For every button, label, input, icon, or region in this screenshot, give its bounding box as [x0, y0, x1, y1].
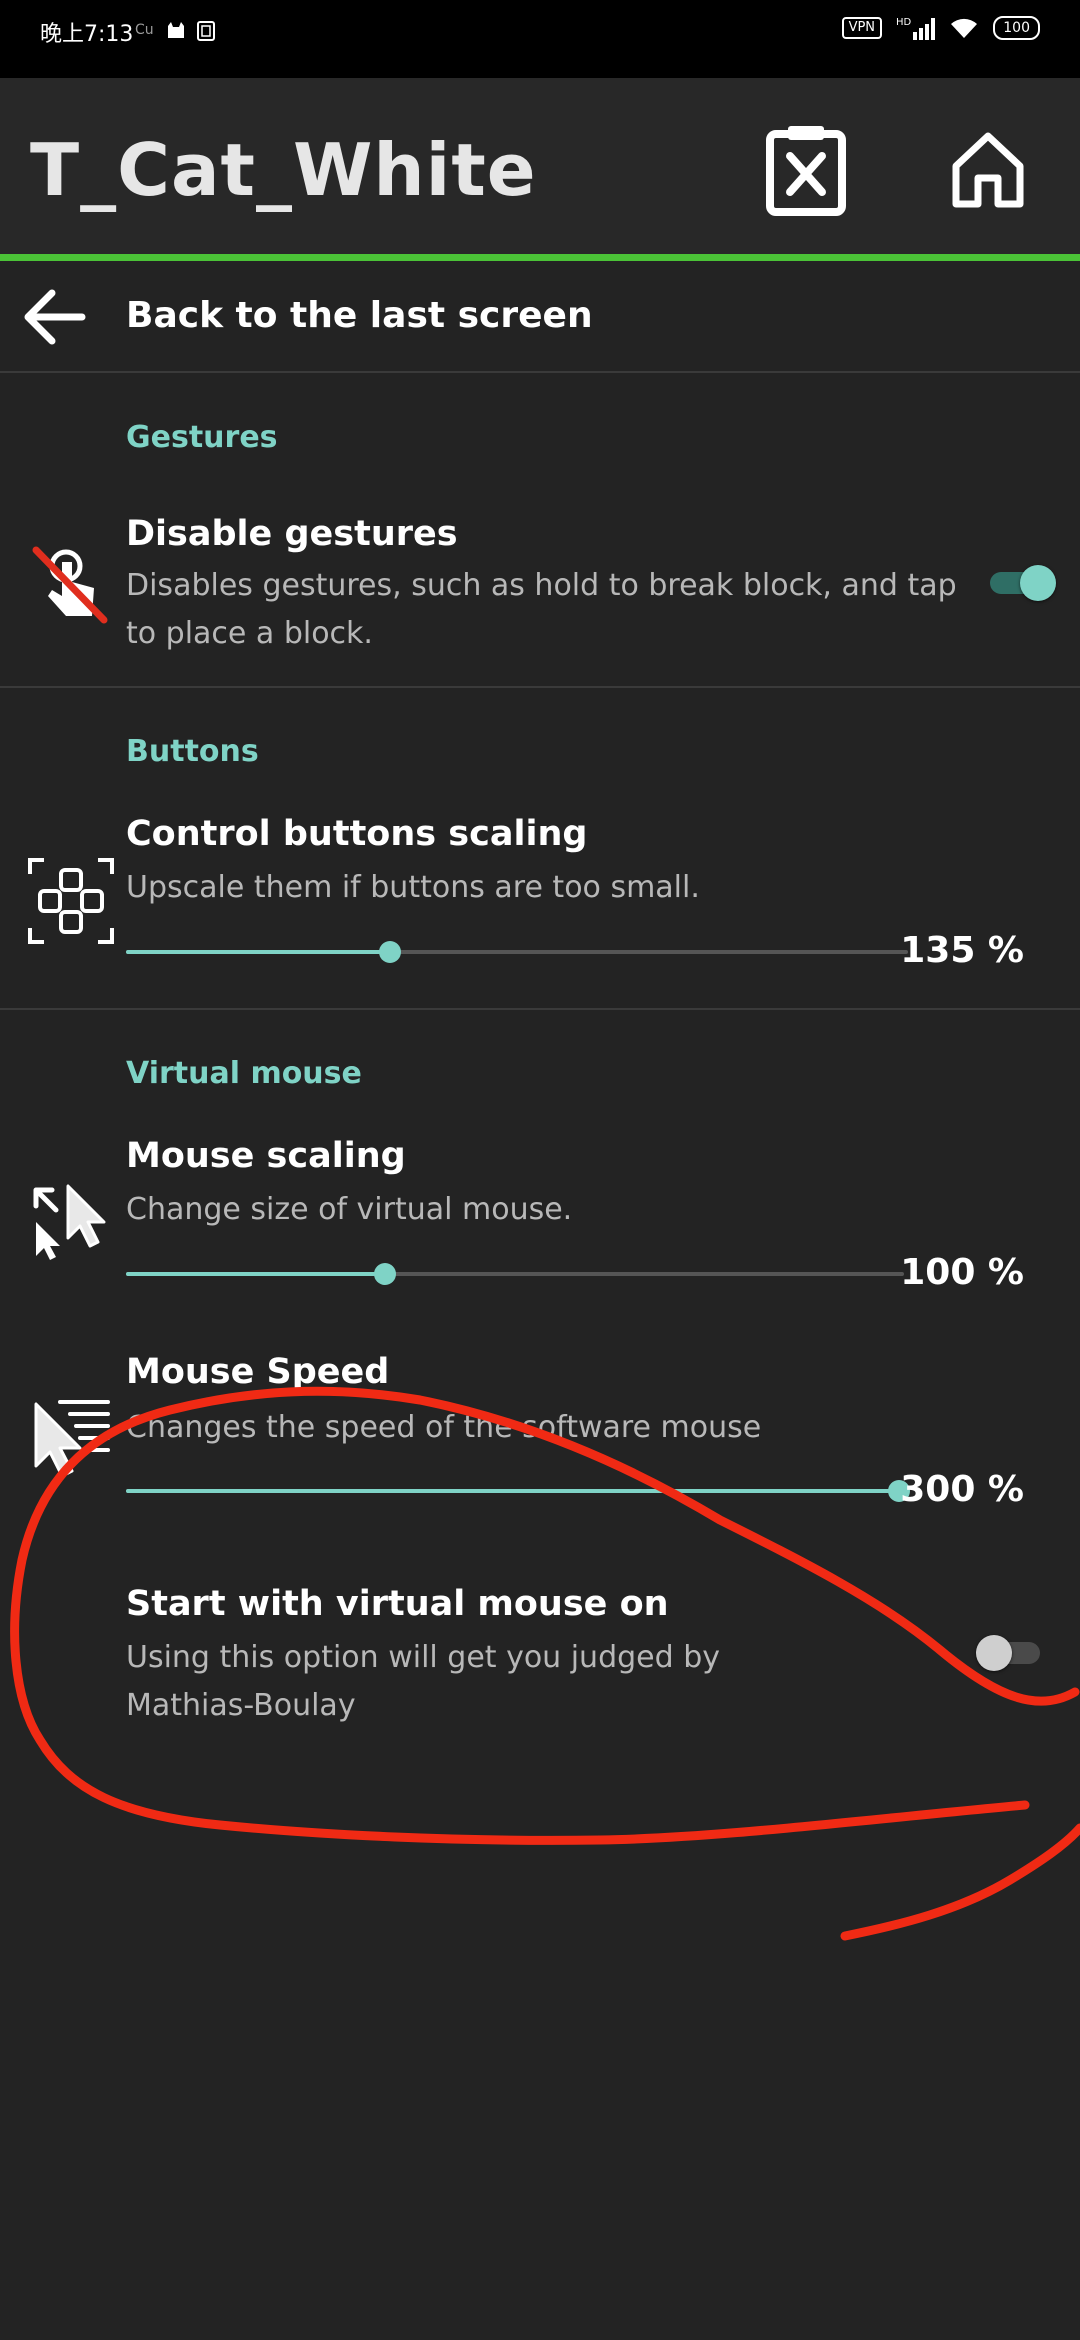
slider-fill [126, 1489, 899, 1493]
disable-gestures-summary-line1: Disables gestures, such as hold to break… [126, 568, 957, 603]
section-divider [0, 686, 1080, 688]
disable-gestures-switch[interactable] [990, 562, 1056, 602]
status-carrier-label: Cu [135, 22, 154, 38]
status-right-group: VPN HD 100 [841, 16, 1040, 40]
start-with-mouse-summary-line2: Mathias-Boulay [126, 1688, 356, 1723]
mouse-scaling-title: Mouse scaling [126, 1136, 406, 1176]
slider-knob[interactable] [374, 1263, 397, 1285]
section-header-gestures: Gestures [126, 420, 278, 455]
delete-button[interactable] [758, 120, 854, 216]
section-divider [0, 1008, 1080, 1010]
vpn-badge: VPN [841, 17, 883, 39]
gesture-disabled-icon [32, 546, 108, 624]
signal-icon: HD [896, 16, 936, 40]
section-header-virtual-mouse: Virtual mouse [126, 1056, 362, 1091]
disable-gestures-summary-line2: to place a block. [126, 616, 373, 651]
home-button[interactable] [940, 120, 1036, 216]
mouse-scaling-summary: Change size of virtual mouse. [126, 1192, 573, 1227]
slider-knob[interactable] [378, 941, 401, 963]
slider-fill [126, 1272, 386, 1276]
arrow-left-icon [24, 289, 86, 345]
mouse-speed-slider[interactable] [126, 1476, 910, 1506]
mouse-scaling-value: 100 % [900, 1252, 1024, 1293]
control-scaling-title: Control buttons scaling [126, 814, 588, 854]
cursor-speed-icon [34, 1400, 110, 1478]
wifi-icon [949, 16, 979, 40]
app-title: T_Cat_White [30, 128, 537, 212]
start-with-mouse-switch[interactable] [976, 1632, 1040, 1672]
start-with-mouse-summary-line1: Using this option will get you judged by [126, 1640, 720, 1675]
app-bar: T_Cat_White [0, 78, 1080, 256]
start-with-mouse-title: Start with virtual mouse on [126, 1584, 669, 1624]
hd-label: HD [896, 17, 912, 28]
disable-gestures-title: Disable gestures [126, 514, 458, 554]
cursor-resize-icon [33, 1184, 106, 1260]
battery-indicator: 100 [993, 16, 1040, 40]
app-bar-accent-line [0, 254, 1080, 261]
dpad-scale-icon [28, 858, 114, 944]
delete-clipboard-icon [766, 126, 846, 216]
mouse-speed-value: 300 % [900, 1469, 1024, 1510]
back-row[interactable]: Back to the last screen [0, 261, 1080, 373]
mouse-speed-title: Mouse Speed [126, 1352, 390, 1392]
mouse-speed-summary: Changes the speed of the software mouse [126, 1410, 762, 1445]
slider-fill [126, 950, 390, 954]
section-header-buttons: Buttons [126, 734, 259, 769]
home-icon [952, 132, 1024, 208]
control-scaling-slider[interactable] [126, 937, 908, 967]
sim-icon [196, 20, 216, 42]
status-bar: 晚上7:13 Cu VPN HD 100 [0, 0, 1080, 78]
control-scaling-value: 135 % [900, 930, 1024, 971]
back-label: Back to the last screen [126, 295, 593, 336]
cat-notification-icon [166, 20, 186, 40]
mouse-scaling-slider[interactable] [126, 1259, 904, 1289]
status-time: 晚上7:13 [40, 22, 134, 47]
control-scaling-summary: Upscale them if buttons are too small. [126, 870, 700, 905]
